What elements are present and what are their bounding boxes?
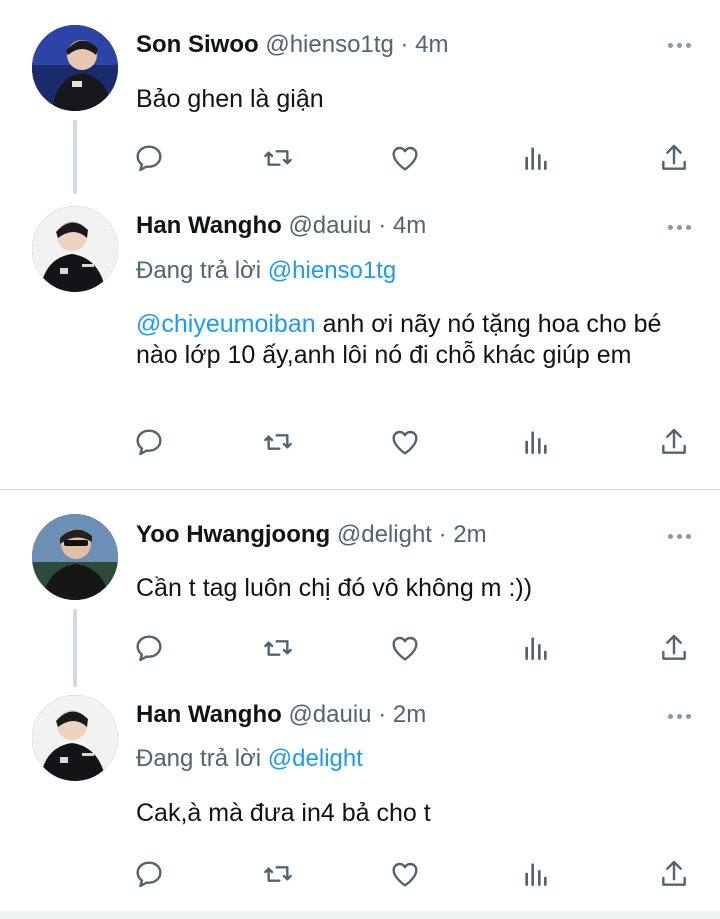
tweet-header: Han Wangho @dauiu · 4m bbox=[136, 211, 426, 241]
tweet-text: Cak,à mà đưa in4 bả cho t bbox=[136, 799, 431, 827]
reply-icon bbox=[136, 429, 162, 456]
tweet-text: @chiyeumoiban anh ơi nãy nó tặng hoa cho… bbox=[136, 309, 706, 371]
retweet-button[interactable] bbox=[260, 424, 296, 460]
reply-icon bbox=[136, 145, 162, 172]
reply-icon bbox=[136, 635, 162, 662]
retweet-button[interactable] bbox=[260, 630, 296, 666]
share-icon bbox=[662, 144, 686, 170]
timestamp[interactable]: 4m bbox=[415, 31, 448, 58]
separator: · bbox=[371, 701, 393, 728]
analytics-button[interactable] bbox=[518, 856, 554, 892]
replying-to: Đang trả lời @hienso1tg bbox=[136, 256, 396, 286]
action-bar bbox=[0, 424, 720, 460]
replying-prefix: Đang trả lời bbox=[136, 745, 268, 772]
action-bar bbox=[0, 856, 720, 892]
share-button[interactable] bbox=[656, 856, 692, 892]
display-name[interactable]: Yoo Hwangjoong bbox=[136, 521, 330, 548]
like-icon bbox=[392, 430, 418, 455]
display-name[interactable]: Son Siwoo bbox=[136, 31, 259, 58]
handle[interactable]: @hienso1tg bbox=[265, 31, 393, 58]
like-icon bbox=[392, 636, 418, 661]
avatar[interactable] bbox=[32, 514, 118, 600]
timestamp[interactable]: 2m bbox=[453, 521, 486, 548]
more-icon[interactable] bbox=[668, 222, 692, 232]
like-button[interactable] bbox=[387, 424, 423, 460]
tweet-header: Han Wangho @dauiu · 2m bbox=[136, 700, 426, 730]
analytics-icon bbox=[525, 863, 547, 886]
more-icon[interactable] bbox=[668, 40, 692, 50]
handle[interactable]: @delight bbox=[337, 521, 432, 548]
replying-mention-link[interactable]: @delight bbox=[268, 745, 363, 772]
retweet-icon bbox=[264, 150, 292, 166]
retweet-icon bbox=[264, 640, 292, 656]
reply-button[interactable] bbox=[131, 630, 167, 666]
timestamp[interactable]: 2m bbox=[393, 701, 426, 728]
analytics-icon bbox=[525, 637, 547, 660]
reply-button[interactable] bbox=[131, 140, 167, 176]
analytics-button[interactable] bbox=[518, 424, 554, 460]
share-icon bbox=[662, 634, 686, 660]
tweet-text: Bảo ghen là giận bbox=[136, 85, 324, 113]
avatar[interactable] bbox=[32, 25, 118, 111]
action-bar bbox=[0, 140, 720, 176]
handle[interactable]: @dauiu bbox=[288, 701, 371, 728]
tweet-text: Cần t tag luôn chị đó vô không m :)) bbox=[136, 574, 533, 602]
replying-to: Đang trả lời @delight bbox=[136, 744, 363, 774]
like-button[interactable] bbox=[387, 856, 423, 892]
share-button[interactable] bbox=[656, 630, 692, 666]
analytics-icon bbox=[525, 431, 547, 454]
reply-button[interactable] bbox=[131, 856, 167, 892]
like-button[interactable] bbox=[387, 140, 423, 176]
analytics-icon bbox=[525, 147, 547, 170]
avatar[interactable] bbox=[32, 206, 118, 292]
mention-link[interactable]: @chiyeumoiban bbox=[136, 310, 316, 338]
like-icon bbox=[392, 862, 418, 887]
share-icon bbox=[662, 860, 686, 886]
separator: · bbox=[393, 31, 416, 58]
tweet-header: Son Siwoo @hienso1tg · 4m bbox=[136, 30, 448, 60]
separator: · bbox=[371, 212, 393, 239]
action-bar bbox=[0, 630, 720, 666]
retweet-button[interactable] bbox=[260, 140, 296, 176]
avatar[interactable] bbox=[32, 695, 118, 781]
more-icon[interactable] bbox=[668, 711, 692, 721]
bottom-divider bbox=[0, 911, 720, 919]
display-name[interactable]: Han Wangho bbox=[136, 701, 282, 728]
like-button[interactable] bbox=[387, 630, 423, 666]
analytics-button[interactable] bbox=[518, 140, 554, 176]
replying-prefix: Đang trả lời bbox=[136, 257, 268, 284]
tweet-header: Yoo Hwangjoong @delight · 2m bbox=[136, 520, 487, 550]
share-button[interactable] bbox=[656, 140, 692, 176]
more-icon[interactable] bbox=[668, 531, 692, 541]
reply-button[interactable] bbox=[131, 424, 167, 460]
thread-divider bbox=[0, 489, 720, 490]
reply-icon bbox=[136, 861, 162, 888]
share-icon bbox=[662, 428, 686, 454]
replying-mention-link[interactable]: @hienso1tg bbox=[268, 257, 396, 284]
analytics-button[interactable] bbox=[518, 630, 554, 666]
retweet-icon bbox=[264, 434, 292, 450]
like-icon bbox=[392, 146, 418, 171]
handle[interactable]: @dauiu bbox=[288, 212, 371, 239]
share-button[interactable] bbox=[656, 424, 692, 460]
timestamp[interactable]: 4m bbox=[393, 212, 426, 239]
retweet-button[interactable] bbox=[260, 856, 296, 892]
separator: · bbox=[431, 521, 454, 548]
retweet-icon bbox=[264, 866, 292, 882]
display-name[interactable]: Han Wangho bbox=[136, 212, 282, 239]
